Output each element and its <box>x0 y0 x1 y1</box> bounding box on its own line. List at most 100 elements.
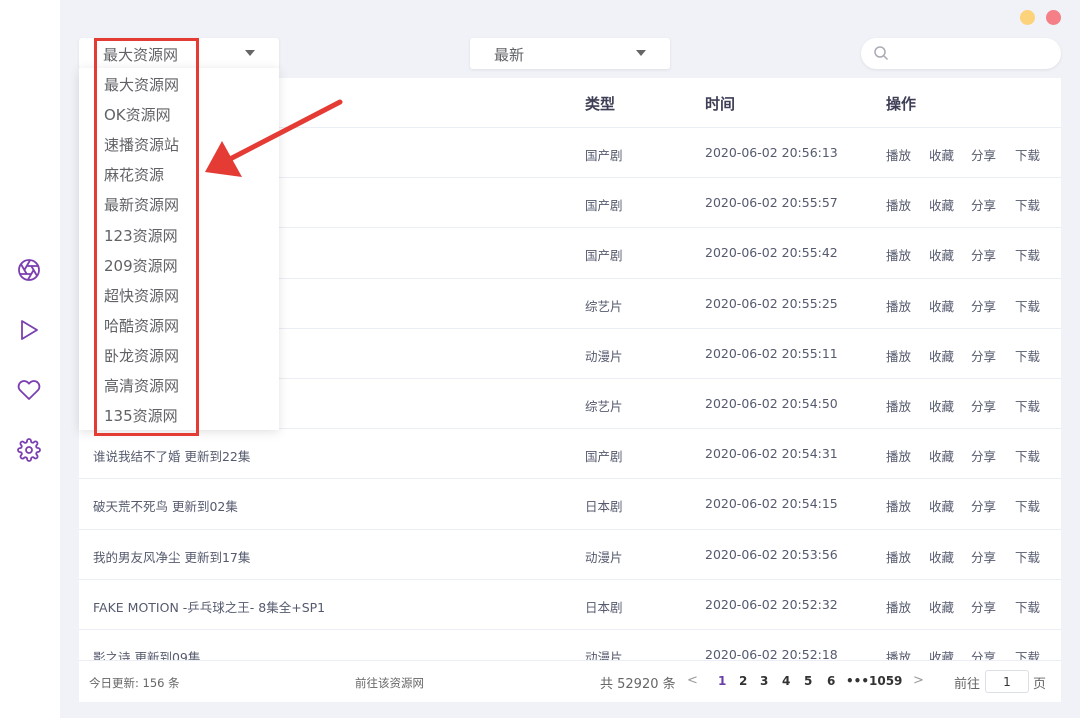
row-time: 2020-06-02 20:53:56 <box>705 546 838 562</box>
share-button[interactable]: 分享 <box>971 145 996 164</box>
page-number[interactable]: 1059 <box>869 674 902 688</box>
share-button[interactable]: 分享 <box>971 296 996 315</box>
share-button[interactable]: 分享 <box>971 446 996 465</box>
share-button[interactable]: 分享 <box>971 346 996 365</box>
pager-total: 共 52920 条 <box>600 677 676 692</box>
dropdown-option[interactable]: 超快资源网 <box>104 285 179 306</box>
header-time: 时间 <box>705 95 736 113</box>
today-updates: 今日更新: 156 条 <box>89 676 180 690</box>
share-button[interactable]: 分享 <box>971 647 996 660</box>
play-button[interactable]: 播放 <box>886 245 911 264</box>
row-time: 2020-06-02 20:55:11 <box>705 345 838 361</box>
download-button[interactable]: 下载 <box>1015 195 1040 214</box>
row-type: 国产剧 <box>585 449 623 465</box>
goto-site-link[interactable]: 前往该资源网 <box>355 675 424 691</box>
dropdown-option[interactable]: OK资源网 <box>104 104 171 125</box>
play-button[interactable]: 播放 <box>886 446 911 465</box>
jump-page-input[interactable] <box>985 670 1029 693</box>
play-button[interactable]: 播放 <box>886 647 911 660</box>
row-title[interactable]: FAKE MOTION -乒乓球之王- 8集全+SP1 <box>93 597 325 616</box>
page-number[interactable]: 1 <box>718 674 726 688</box>
favorite-button[interactable]: 收藏 <box>929 396 954 415</box>
favorite-button[interactable]: 收藏 <box>929 145 954 164</box>
download-button[interactable]: 下载 <box>1015 346 1040 365</box>
play-icon[interactable] <box>17 318 41 342</box>
share-button[interactable]: 分享 <box>971 245 996 264</box>
table-row: 破天荒不死鸟 更新到02集 日本剧 2020-06-02 20:54:15 播放 收藏分… <box>79 479 1061 530</box>
dropdown-option[interactable]: 麻花资源 <box>104 164 164 185</box>
page-number[interactable]: 5 <box>804 674 812 688</box>
minimize-button[interactable] <box>1020 10 1035 25</box>
download-button[interactable]: 下载 <box>1015 647 1040 660</box>
sort-select[interactable]: 最新 <box>470 38 670 69</box>
dropdown-option[interactable]: 哈酷资源网 <box>104 315 179 336</box>
share-button[interactable]: 分享 <box>971 547 996 566</box>
favorite-button[interactable]: 收藏 <box>929 547 954 566</box>
close-button[interactable] <box>1046 10 1061 25</box>
download-button[interactable]: 下载 <box>1015 496 1040 515</box>
download-button[interactable]: 下载 <box>1015 396 1040 415</box>
row-type: 综艺片 <box>585 398 623 414</box>
row-type: 国产剧 <box>585 198 623 214</box>
row-title[interactable]: 我的男友风净尘 更新到17集 <box>93 547 250 566</box>
source-select[interactable]: 最大资源网 <box>79 38 279 69</box>
heart-icon[interactable] <box>17 378 41 402</box>
page-ellipsis[interactable]: ••• <box>846 674 869 688</box>
download-button[interactable]: 下载 <box>1015 296 1040 315</box>
source-select-value: 最大资源网 <box>103 46 179 64</box>
row-type: 动漫片 <box>585 649 623 660</box>
page-number[interactable]: 4 <box>782 674 790 688</box>
jump-label: 前往 <box>954 677 981 692</box>
download-button[interactable]: 下载 <box>1015 597 1040 616</box>
row-time: 2020-06-02 20:55:25 <box>705 295 838 311</box>
dropdown-option[interactable]: 最新资源网 <box>104 194 179 215</box>
play-button[interactable]: 播放 <box>886 346 911 365</box>
download-button[interactable]: 下载 <box>1015 446 1040 465</box>
table-row: FAKE MOTION -乒乓球之王- 8集全+SP1 日本剧 2020-06-02… <box>79 580 1061 630</box>
dropdown-option[interactable]: 209资源网 <box>104 255 178 276</box>
favorite-button[interactable]: 收藏 <box>929 647 954 660</box>
download-button[interactable]: 下载 <box>1015 547 1040 566</box>
row-time: 2020-06-02 20:56:13 <box>705 145 838 160</box>
play-button[interactable]: 播放 <box>886 195 911 214</box>
dropdown-option[interactable]: 最大资源网 <box>104 74 179 95</box>
play-button[interactable]: 播放 <box>886 547 911 566</box>
aperture-icon[interactable] <box>17 258 41 282</box>
play-button[interactable]: 播放 <box>886 496 911 515</box>
play-button[interactable]: 播放 <box>886 296 911 315</box>
favorite-button[interactable]: 收藏 <box>929 597 954 616</box>
page-number[interactable]: 3 <box>760 674 768 688</box>
download-button[interactable]: 下载 <box>1015 245 1040 264</box>
share-button[interactable]: 分享 <box>971 195 996 214</box>
play-button[interactable]: 播放 <box>886 597 911 616</box>
dropdown-option[interactable]: 135资源网 <box>104 405 178 426</box>
favorite-button[interactable]: 收藏 <box>929 496 954 515</box>
dropdown-option[interactable]: 速播资源站 <box>104 134 179 155</box>
download-button[interactable]: 下载 <box>1015 145 1040 164</box>
page-number[interactable]: 6 <box>827 674 835 688</box>
favorite-button[interactable]: 收藏 <box>929 346 954 365</box>
share-button[interactable]: 分享 <box>971 396 996 415</box>
favorite-button[interactable]: 收藏 <box>929 195 954 214</box>
dropdown-option[interactable]: 123资源网 <box>104 225 178 246</box>
favorite-button[interactable]: 收藏 <box>929 296 954 315</box>
play-button[interactable]: 播放 <box>886 145 911 164</box>
search-input[interactable] <box>895 42 1050 64</box>
next-page-button[interactable]: > <box>913 673 924 688</box>
row-time: 2020-06-02 20:54:31 <box>705 446 838 462</box>
dropdown-option[interactable]: 卧龙资源网 <box>104 345 179 366</box>
favorite-button[interactable]: 收藏 <box>929 245 954 264</box>
row-time: 2020-06-02 20:55:42 <box>705 245 838 261</box>
settings-icon[interactable] <box>17 438 41 462</box>
row-title[interactable]: 破天荒不死鸟 更新到02集 <box>93 496 238 515</box>
play-button[interactable]: 播放 <box>886 396 911 415</box>
row-title[interactable]: 影之诗 更新到09集 <box>93 647 200 660</box>
favorite-button[interactable]: 收藏 <box>929 446 954 465</box>
share-button[interactable]: 分享 <box>971 496 996 515</box>
prev-page-button[interactable]: < <box>687 673 698 688</box>
page-number[interactable]: 2 <box>739 674 747 688</box>
header-type: 类型 <box>585 95 616 113</box>
row-title[interactable]: 谁说我结不了婚 更新到22集 <box>93 446 250 465</box>
share-button[interactable]: 分享 <box>971 597 996 616</box>
dropdown-option[interactable]: 高清资源网 <box>104 375 179 396</box>
